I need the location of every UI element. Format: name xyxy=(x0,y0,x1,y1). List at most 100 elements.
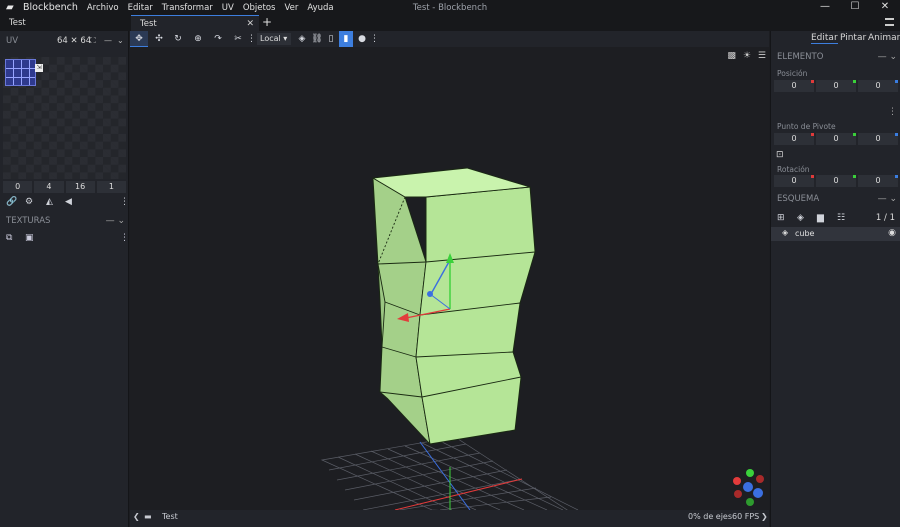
maximize-button[interactable]: ☐ xyxy=(840,0,870,15)
minimize-button[interactable]: — xyxy=(810,0,840,15)
list-icon[interactable]: ☷ xyxy=(837,213,845,223)
chevron-left-icon[interactable]: ❮ xyxy=(133,510,140,524)
position-inputs: 0 0 0 xyxy=(774,80,898,92)
position-z-input[interactable]: 0 xyxy=(858,80,898,92)
blockbench-logo-icon: ▰ xyxy=(6,2,14,13)
menu-uv[interactable]: UV xyxy=(222,3,234,13)
eye-icon[interactable]: ◉ xyxy=(888,228,896,238)
uv-value-u[interactable]: 0 xyxy=(3,181,33,193)
status-bar: ❮ ▬ Test 0% de ejes 60 FPS ❯ xyxy=(130,510,769,527)
menu-editar[interactable]: Editar xyxy=(128,3,153,13)
rotation-label: Rotación xyxy=(777,165,810,174)
resize-tool-icon[interactable]: ✣ xyxy=(152,31,166,47)
position-label: Posición xyxy=(777,69,808,78)
menu-objetos[interactable]: Objetos xyxy=(243,3,276,13)
outliner-panel-controls[interactable]: — ⌄ xyxy=(878,191,897,207)
gizmo-z-knob xyxy=(427,291,433,297)
gem-icon[interactable]: ◈ xyxy=(296,31,308,47)
rotation-y-input[interactable]: 0 xyxy=(816,175,856,187)
rotation-z-input[interactable]: 0 xyxy=(858,175,898,187)
fps-counter: 60 FPS xyxy=(732,512,760,521)
create-texture-icon[interactable]: ▣ xyxy=(25,233,34,243)
uv-panel-title: UV xyxy=(6,35,19,46)
uv-size-label[interactable]: 64 ✕ 64 xyxy=(57,36,91,46)
fullscreen-icon[interactable]: ⛶ xyxy=(90,36,96,46)
menu-icon[interactable]: ☰ xyxy=(758,51,766,61)
paint-bucket-icon[interactable]: ◭ xyxy=(46,197,53,207)
mode-edit[interactable]: Editar xyxy=(811,33,838,44)
center-pivot-icon[interactable]: ⊡ xyxy=(776,150,784,160)
uv-value-v[interactable]: 4 xyxy=(34,181,64,193)
more-tools-icon[interactable]: ⋮ xyxy=(247,31,256,47)
link-icon[interactable]: 🔗 xyxy=(6,197,17,207)
texture-tools: ⧉ ▣ ⋮ xyxy=(6,233,129,245)
more-options-icon[interactable]: ⋮ xyxy=(888,107,897,117)
uv-value-rotation[interactable]: 1 xyxy=(96,181,126,193)
vertex-snap-icon[interactable]: ↷ xyxy=(211,31,225,47)
uv-value-size[interactable]: 16 xyxy=(65,181,95,193)
chevron-down-icon[interactable]: ⌄ xyxy=(117,36,124,45)
close-tab-icon[interactable]: ✕ xyxy=(246,16,254,32)
menu-archivo[interactable]: Archivo xyxy=(87,3,119,13)
more-options-icon[interactable]: ⋮ xyxy=(120,233,129,243)
mode-paint[interactable]: Pintar xyxy=(840,33,866,43)
title-bar: ▰ Blockbench Archivo Editar Transformar … xyxy=(0,0,900,15)
menu-ver[interactable]: Ver xyxy=(284,3,298,13)
mode-animate[interactable]: Animar xyxy=(868,33,900,43)
viewport-tools: ▩ ☀ ☰ xyxy=(727,51,766,61)
rotation-x-input[interactable]: 0 xyxy=(774,175,814,187)
left-sidebar: UV 64 ✕ 64 ⛶ — ⌄ ⇲ 0 4 16 1 🔗 ⚙ ◭ ◀ ⋮ TE… xyxy=(0,31,129,527)
gear-icon[interactable]: ⚙ xyxy=(25,197,33,207)
rotation-inputs: 0 0 0 xyxy=(774,175,898,187)
uv-face-box[interactable] xyxy=(5,59,36,86)
transform-space-select[interactable]: Local ▾ xyxy=(257,33,291,45)
menu-ayuda[interactable]: Ayuda xyxy=(307,3,333,13)
tab-menu-icon[interactable] xyxy=(885,18,894,26)
rotate-tool-icon[interactable]: ↻ xyxy=(171,31,185,47)
menu-bar: Archivo Editar Transformar UV Objetos Ve… xyxy=(87,3,343,13)
tab-left-test[interactable]: Test xyxy=(0,15,129,31)
link-icon[interactable]: ⛓ xyxy=(311,31,323,47)
element-panel-header: ELEMENTO — ⌄ xyxy=(771,49,900,65)
3d-viewport[interactable]: ▩ ☀ ☰ xyxy=(130,47,769,510)
mode-selector: Editar Pintar Animar xyxy=(771,31,900,47)
menu-transformar[interactable]: Transformar xyxy=(162,3,213,13)
dot-icon[interactable]: ● xyxy=(356,31,368,47)
element-panel-controls[interactable]: — ⌄ xyxy=(878,49,897,65)
pivot-label: Punto de Pivote xyxy=(777,122,836,131)
image-icon[interactable]: ▩ xyxy=(727,51,736,61)
position-x-input[interactable]: 0 xyxy=(774,80,814,92)
pivot-z-input[interactable]: 0 xyxy=(858,133,898,145)
sun-icon[interactable]: ☀ xyxy=(743,51,751,61)
element-panel-title: ELEMENTO xyxy=(777,52,824,62)
chevron-right-icon[interactable]: ❯ xyxy=(761,510,768,524)
grid-x-axis xyxy=(394,478,523,510)
pivot-y-input[interactable]: 0 xyxy=(816,133,856,145)
more-options-icon[interactable]: ⋮ xyxy=(370,31,379,47)
tab-test[interactable]: Test ✕ xyxy=(131,15,259,31)
pivot-tool-icon[interactable]: ⊕ xyxy=(191,31,205,47)
eraser-icon[interactable]: ◀ xyxy=(65,197,72,207)
mirror-toggle-icon[interactable]: ▮ xyxy=(339,31,353,47)
move-tool-icon[interactable]: ✥ xyxy=(130,31,148,47)
add-cube-icon[interactable]: ⊞ xyxy=(777,213,785,223)
uv-values: 0 4 16 1 xyxy=(3,181,126,193)
position-y-input[interactable]: 0 xyxy=(816,80,856,92)
outliner-item-cube[interactable]: ◈ cube ◉ xyxy=(771,227,900,241)
textures-panel-header: TEXTURAS — ⌄ xyxy=(0,213,129,229)
pivot-x-input[interactable]: 0 xyxy=(774,133,814,145)
add-mesh-icon[interactable]: ◈ xyxy=(797,213,804,223)
textures-panel-controls[interactable]: — ⌄ xyxy=(106,216,125,226)
import-texture-icon[interactable]: ⧉ xyxy=(6,233,12,243)
axes-percent: 0% de ejes xyxy=(688,512,733,521)
uv-resize-handle-icon[interactable]: ⇲ xyxy=(35,64,43,72)
scissors-icon[interactable]: ✂ xyxy=(231,31,245,47)
minimize-panel-icon[interactable]: — xyxy=(104,36,112,45)
uv-editor-canvas[interactable]: ⇲ xyxy=(3,57,126,179)
close-window-button[interactable]: ✕ xyxy=(870,0,900,15)
add-tab-button[interactable]: + xyxy=(262,15,272,30)
add-group-icon[interactable]: ▆ xyxy=(817,213,824,223)
app-name: Blockbench xyxy=(23,2,78,13)
more-options-icon[interactable]: ⋮ xyxy=(120,197,129,207)
rectangle-icon[interactable]: ▯ xyxy=(326,31,336,47)
